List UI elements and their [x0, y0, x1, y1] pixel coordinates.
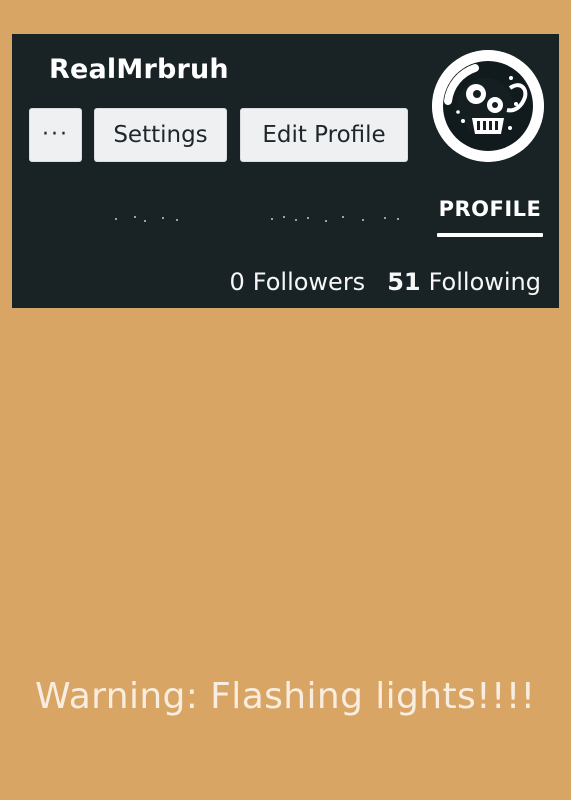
username: RealMrbruh	[49, 54, 229, 85]
hidden-tab-mark-right	[271, 214, 401, 222]
skull-avatar-icon	[432, 50, 544, 162]
edit-profile-button[interactable]: Edit Profile	[240, 108, 408, 162]
tab-profile[interactable]: PROFILE	[437, 197, 543, 237]
following-label[interactable]: Following	[429, 268, 541, 296]
followers-count[interactable]: 0	[229, 268, 244, 296]
avatar[interactable]	[432, 50, 544, 162]
flashing-lights-warning: Warning: Flashing lights!!!!	[35, 676, 536, 717]
follow-stats: 0 Followers 51 Following	[229, 268, 541, 296]
profile-card: RealMrbruh ··· Settings Edit Profile PRO…	[12, 34, 559, 308]
followers-label[interactable]: Followers	[253, 268, 365, 296]
profile-tabs: PROFILE	[12, 196, 559, 240]
hidden-tab-mark-left	[115, 214, 180, 222]
following-count[interactable]: 51	[387, 268, 420, 296]
tab-profile-underline	[437, 233, 543, 237]
more-options-button[interactable]: ···	[29, 108, 82, 162]
settings-button[interactable]: Settings	[94, 108, 227, 162]
